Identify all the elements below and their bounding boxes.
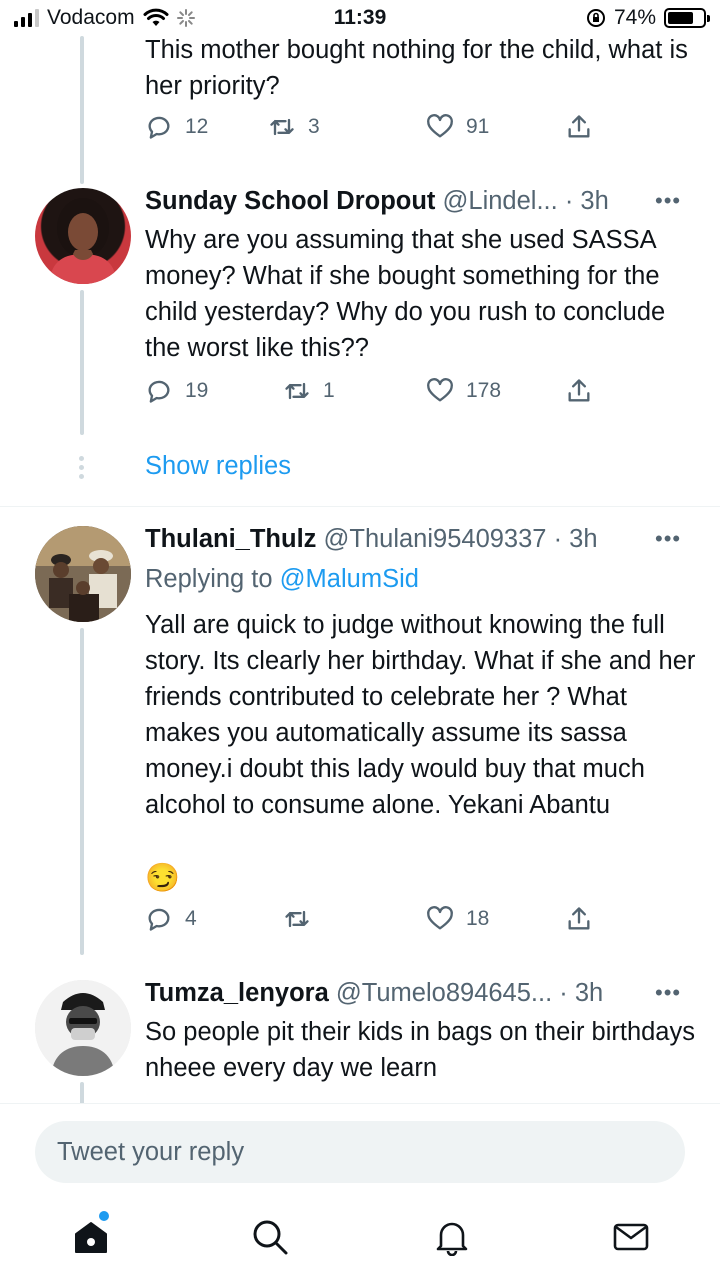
tweet-header: Sunday School Dropout @Lindel... · 3h — [145, 183, 705, 219]
tab-search[interactable] — [248, 1215, 292, 1259]
avatar-image — [35, 526, 131, 622]
reply-action[interactable]: 19 — [145, 377, 208, 405]
thread-line — [80, 290, 84, 435]
search-icon — [253, 1220, 288, 1255]
like-count: 178 — [466, 379, 502, 402]
retweet-action[interactable]: 1 — [283, 377, 335, 405]
share-action[interactable] — [565, 905, 593, 933]
tweet-time: · 3h — [564, 187, 609, 215]
user-handle[interactable]: @Tumelo894645... — [336, 979, 552, 1007]
avatar-image — [35, 980, 131, 1076]
display-name[interactable]: Sunday School Dropout — [145, 187, 435, 215]
tab-notifications[interactable] — [430, 1215, 474, 1259]
user-handle[interactable]: @Thulani95409337 — [324, 525, 547, 553]
reply-count: 19 — [185, 379, 209, 402]
reply-count: 4 — [185, 907, 197, 930]
reply-icon — [148, 908, 170, 931]
thread-continuation-dots — [79, 456, 85, 479]
tweet-actions: 19 1 178 — [145, 377, 605, 411]
tab-messages[interactable] — [609, 1215, 653, 1259]
tweet-actions: 12 3 91 — [145, 113, 605, 147]
tweet-text: So people pit their kids in bags on thei… — [145, 1018, 695, 1082]
heart-icon — [427, 378, 453, 402]
heart-icon — [427, 906, 453, 930]
show-replies-link[interactable]: Show replies — [145, 452, 291, 481]
reply-action[interactable]: 4 — [145, 905, 197, 933]
reply-feed[interactable]: This mother bought nothing for the child… — [0, 0, 720, 1103]
more-options-icon[interactable]: ••• — [655, 188, 702, 214]
reply-count: 12 — [185, 115, 209, 138]
mail-icon — [613, 1223, 649, 1251]
like-count: 91 — [466, 115, 490, 138]
share-action[interactable] — [565, 113, 593, 141]
divider — [0, 506, 720, 507]
display-name[interactable]: Tumza_lenyora — [145, 979, 329, 1007]
like-action[interactable]: 178 — [426, 377, 501, 405]
thread-line — [80, 628, 84, 955]
avatar-image — [49, 198, 117, 284]
mention-link[interactable]: @MalumSid — [280, 565, 419, 593]
bottom-tab-bar — [0, 1203, 720, 1280]
like-count: 18 — [466, 907, 490, 930]
retweet-action[interactable]: 3 — [268, 113, 320, 141]
display-name[interactable]: Thulani_Thulz — [145, 525, 316, 553]
retweet-action[interactable] — [283, 905, 323, 933]
share-action[interactable] — [565, 377, 593, 405]
more-options-icon[interactable]: ••• — [655, 980, 702, 1006]
tweet-text: Why are you assuming that she used SASSA… — [145, 226, 666, 362]
avatar[interactable] — [35, 188, 131, 284]
new-content-dot — [99, 1211, 109, 1221]
tweet-header: Thulani_Thulz @Thulani95409337 · 3h — [145, 521, 705, 557]
retweet-count: 3 — [308, 115, 320, 138]
heart-icon — [427, 114, 453, 138]
avatar[interactable] — [35, 526, 131, 622]
share-icon — [568, 379, 590, 402]
like-action[interactable]: 18 — [426, 905, 489, 933]
home-icon — [75, 1222, 107, 1253]
share-icon — [568, 907, 590, 930]
retweet-icon — [285, 910, 309, 928]
tweet-text: This mother bought nothing for the child… — [145, 36, 688, 100]
tweet-time: · 3h — [559, 979, 604, 1007]
emoji: 😏 — [145, 862, 180, 893]
retweet-icon — [270, 118, 294, 136]
thread-line — [80, 36, 84, 184]
reply-action[interactable]: 12 — [145, 113, 208, 141]
like-action[interactable]: 91 — [426, 113, 489, 141]
user-handle[interactable]: @Lindel... — [443, 187, 558, 215]
tweet-time: · 3h — [553, 525, 598, 553]
more-options-icon[interactable]: ••• — [655, 526, 702, 552]
replying-to-label: Replying to — [145, 565, 273, 593]
avatar[interactable] — [35, 980, 131, 1076]
thread-line — [80, 1082, 84, 1103]
tweet-text: Yall are quick to judge without knowing … — [145, 611, 696, 819]
reply-icon — [148, 380, 170, 403]
share-icon — [568, 115, 590, 138]
bell-icon — [436, 1222, 468, 1256]
reply-icon — [148, 116, 170, 139]
tweet-reply-input[interactable] — [35, 1121, 685, 1183]
tab-home[interactable] — [69, 1211, 113, 1259]
retweet-count: 1 — [323, 379, 335, 402]
tweet-actions: 4 18 — [145, 905, 605, 939]
tweet-header: Tumza_lenyora @Tumelo894645... · 3h — [145, 975, 705, 1011]
replying-to: Replying to @MalumSid — [145, 561, 419, 597]
retweet-icon — [285, 382, 309, 400]
